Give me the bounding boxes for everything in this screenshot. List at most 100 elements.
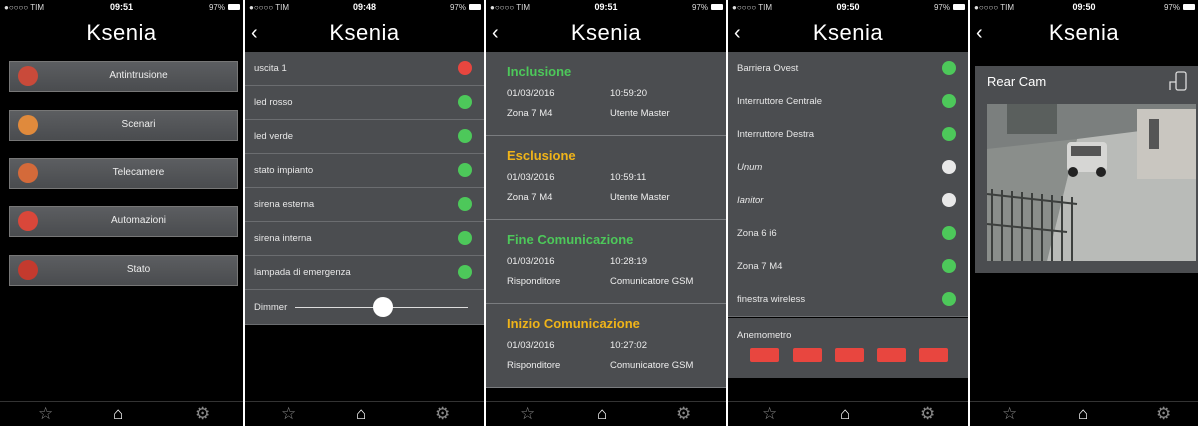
screen-zones: ●○○○○ TIM 09:50 97% ‹ Ksenia Barriera Ov… [728, 0, 968, 426]
screen-main-menu: ●○○○○ TIM 09:51 97% Ksenia Antintrusione… [0, 0, 243, 426]
menu-antintrusione-button[interactable]: Antintrusione [9, 61, 238, 92]
gear-icon[interactable]: ⚙ [195, 404, 210, 424]
list-item[interactable]: led rosso [245, 86, 484, 120]
ksenia-logo: Ksenia [329, 20, 400, 45]
battery-icon [711, 4, 723, 10]
menu-stato-button[interactable]: Stato [9, 255, 238, 286]
home-icon[interactable]: ⌂ [356, 404, 366, 424]
gear-icon[interactable]: ⚙ [1156, 404, 1171, 424]
anemometer-label: Anemometro [737, 330, 792, 341]
screen-camera: ●○○○○ TIM 09:50 97% ‹ Ksenia Rear Cam ☆ … [970, 0, 1198, 426]
status-dot [458, 231, 472, 245]
event-item[interactable]: Inclusione 01/03/2016 10:59:20 Zona 7 M4… [486, 52, 726, 136]
list-item[interactable]: stato impianto [245, 154, 484, 188]
battery-label: 97% [691, 3, 708, 12]
menu-list: Antintrusione Scenari Telecamere Automaz… [0, 52, 243, 402]
battery-label: 97% [933, 3, 950, 12]
list-item[interactable]: Unum [728, 151, 968, 185]
anemometer-row: Anemometro [728, 318, 968, 378]
status-dot [458, 95, 472, 109]
row-label: finestra wireless [737, 294, 806, 305]
list-item[interactable]: sirena interna [245, 222, 484, 256]
tab-bar: ☆ ⌂ ⚙ [970, 401, 1198, 426]
tab-bar: ☆ ⌂ ⚙ [728, 401, 968, 426]
battery-icon [469, 4, 481, 10]
alert-icon [18, 260, 38, 280]
menu-telecamere-button[interactable]: Telecamere [9, 158, 238, 189]
ksenia-logo: Ksenia [1048, 20, 1120, 45]
anemometer-bar [877, 348, 906, 362]
home-icon[interactable]: ⌂ [840, 404, 850, 424]
tab-bar: ☆ ⌂ ⚙ [245, 401, 484, 426]
list-item[interactable]: Ianitor [728, 184, 968, 218]
anemometer-bar [793, 348, 822, 362]
list-item[interactable]: Zona 6 i6 [728, 217, 968, 251]
list-item[interactable]: led verde [245, 120, 484, 154]
home-icon[interactable]: ⌂ [597, 404, 607, 424]
screen-outputs: ●○○○○ TIM 09:48 97% ‹ Ksenia uscita 1 le… [245, 0, 484, 426]
status-dot [458, 61, 472, 75]
row-label: Ianitor [737, 195, 764, 206]
list-item[interactable]: Zona 7 M4 [728, 250, 968, 284]
event-item[interactable]: Inizio Comunicazione 01/03/2016 10:27:02… [486, 304, 726, 388]
row-label: stato impianto [254, 165, 314, 176]
rotate-device-icon[interactable] [1168, 70, 1188, 92]
event-date: 01/03/2016 [507, 340, 555, 351]
dimmer-label: Dimmer [254, 302, 288, 313]
status-dot [458, 197, 472, 211]
menu-label: Scenari [121, 119, 156, 130]
status-bar: ●○○○○ TIM 09:51 97% [0, 0, 243, 14]
row-label: sirena esterna [254, 199, 315, 210]
anemometer-bar [835, 348, 864, 362]
event-item[interactable]: Esclusione 01/03/2016 10:59:11 Zona 7 M4… [486, 136, 726, 220]
camera-title: Rear Cam [987, 74, 1047, 89]
ksenia-logo: Ksenia [570, 20, 642, 45]
event-user: Comunicatore GSM [610, 360, 694, 371]
list-item[interactable]: Interruttore Centrale [728, 85, 968, 119]
row-label: Zona 6 i6 [737, 228, 777, 239]
gear-icon[interactable]: ⚙ [435, 404, 450, 424]
list-item[interactable]: sirena esterna [245, 188, 484, 222]
nav-bar: ‹ Ksenia [486, 14, 726, 52]
list-item[interactable]: Interruttore Destra [728, 118, 968, 152]
screen-event-log: ●○○○○ TIM 09:51 97% ‹ Ksenia Inclusione … [486, 0, 726, 426]
status-dot [458, 265, 472, 279]
home-icon[interactable]: ⌂ [113, 404, 123, 424]
home-icon[interactable]: ⌂ [1078, 404, 1088, 424]
menu-automazioni-button[interactable]: Automazioni [9, 206, 238, 237]
star-icon[interactable]: ☆ [520, 404, 535, 424]
event-date: 01/03/2016 [507, 172, 555, 183]
star-icon[interactable]: ☆ [1002, 404, 1017, 424]
event-date: 01/03/2016 [507, 256, 555, 267]
camera-feed-image[interactable] [987, 104, 1196, 261]
clock: 09:51 [109, 2, 134, 12]
anemometer-bar [919, 348, 948, 362]
row-label: Interruttore Destra [737, 129, 815, 140]
status-dot [942, 292, 956, 306]
gear-icon[interactable]: ⚙ [676, 404, 691, 424]
list-item[interactable]: finestra wireless [728, 283, 968, 317]
home-icon [18, 115, 38, 135]
status-dot [942, 160, 956, 174]
event-item[interactable]: Fine Comunicazione 01/03/2016 10:28:19 R… [486, 220, 726, 304]
list-item[interactable]: lampada di emergenza [245, 256, 484, 290]
bulb-icon [18, 211, 38, 231]
event-list: Inclusione 01/03/2016 10:59:20 Zona 7 M4… [486, 52, 726, 402]
list-item[interactable]: uscita 1 [245, 52, 484, 86]
gear-icon[interactable]: ⚙ [920, 404, 935, 424]
status-dot [458, 129, 472, 143]
clock: 09:50 [836, 2, 860, 12]
star-icon[interactable]: ☆ [281, 404, 296, 424]
camera-icon [18, 163, 38, 183]
dimmer-row: Dimmer [245, 290, 484, 325]
list-item[interactable]: Barriera Ovest [728, 52, 968, 86]
status-dot [942, 61, 956, 75]
dimmer-slider-handle[interactable] [373, 297, 393, 317]
status-bar: ●○○○○ TIM 09:50 97% [728, 0, 968, 14]
menu-scenari-button[interactable]: Scenari [9, 110, 238, 141]
anemometer-bar [750, 348, 779, 362]
star-icon[interactable]: ☆ [762, 404, 777, 424]
star-icon[interactable]: ☆ [38, 404, 53, 424]
status-bar: ●○○○○ TIM 09:50 97% [970, 0, 1198, 14]
status-dot [942, 226, 956, 240]
